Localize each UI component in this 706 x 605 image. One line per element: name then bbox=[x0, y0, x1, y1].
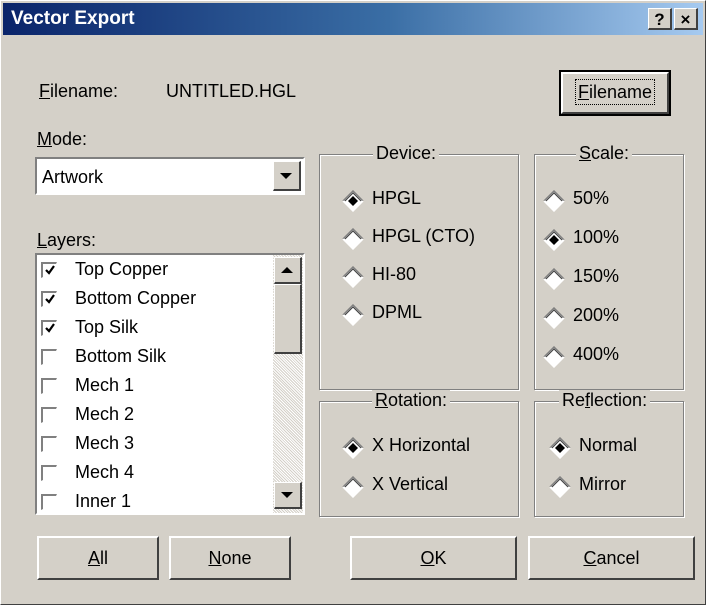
radio-diamond-icon bbox=[543, 268, 565, 290]
device-option-label: DPML bbox=[372, 302, 423, 322]
layer-item[interactable]: Top Copper bbox=[41, 257, 271, 286]
scroll-down-button[interactable] bbox=[274, 482, 302, 509]
radio-diamond-icon bbox=[543, 307, 565, 329]
layers-scrollbar[interactable] bbox=[273, 255, 303, 513]
radio-diamond-icon bbox=[543, 346, 565, 368]
filename-label: Filename: bbox=[39, 81, 119, 101]
radio-diamond-icon bbox=[342, 476, 364, 498]
layer-checkbox[interactable] bbox=[41, 494, 57, 510]
mode-selected-value: Artwork bbox=[42, 167, 104, 187]
layer-label: Mech 1 bbox=[75, 375, 135, 395]
layer-label: Bottom Silk bbox=[75, 346, 167, 366]
layer-label: Bottom Copper bbox=[75, 288, 197, 308]
mode-dropdown-button[interactable] bbox=[273, 161, 301, 191]
layer-item[interactable]: Mech 4 bbox=[41, 460, 271, 489]
reflection-group: Reflection: Normal Mirror bbox=[534, 390, 684, 517]
scale-option-label: 150% bbox=[573, 266, 620, 286]
arrow-up-icon bbox=[281, 267, 293, 273]
cancel-button[interactable]: Cancel bbox=[528, 536, 695, 580]
layer-item[interactable]: Top Silk bbox=[41, 315, 271, 344]
radio-diamond-icon bbox=[342, 190, 364, 212]
layer-label: Mech 4 bbox=[75, 462, 135, 482]
device-group: Device: HPGL HPGL (CTO) HI-80 DPML bbox=[319, 143, 519, 390]
layer-checkbox[interactable] bbox=[41, 262, 57, 278]
reflection-option-label: Mirror bbox=[579, 474, 626, 494]
device-option-label: HPGL bbox=[372, 188, 422, 208]
checkmark-icon bbox=[44, 323, 55, 333]
mode-select[interactable]: Artwork bbox=[35, 157, 305, 195]
scale-option-label: 100% bbox=[573, 227, 620, 247]
layer-item[interactable]: Bottom Copper bbox=[41, 286, 271, 315]
layer-label: Top Silk bbox=[75, 317, 139, 337]
vector-export-dialog: Vector Export ? × Filename: UNTITLED.HGL… bbox=[0, 0, 706, 605]
layer-checkbox[interactable] bbox=[41, 291, 57, 307]
filename-value: UNTITLED.HGL bbox=[166, 81, 297, 101]
rotation-group-title: Rotation: bbox=[372, 390, 451, 411]
radio-diamond-icon bbox=[543, 190, 565, 212]
layer-checkbox[interactable] bbox=[41, 436, 57, 452]
layer-label: Inner 1 bbox=[75, 491, 132, 511]
help-button[interactable]: ? bbox=[648, 8, 672, 30]
none-button[interactable]: None bbox=[169, 536, 291, 580]
checkmark-icon bbox=[44, 265, 55, 275]
rotation-option-label: X Vertical bbox=[372, 474, 449, 494]
scale-group: Scale: 50% 100% 150% 200% 400% bbox=[534, 143, 684, 390]
rotation-group: Rotation: X Horizontal X Vertical bbox=[319, 390, 519, 517]
layer-checkbox[interactable] bbox=[41, 378, 57, 394]
layer-item[interactable]: Inner 1 bbox=[41, 489, 271, 513]
layer-item[interactable]: Mech 2 bbox=[41, 402, 271, 431]
scroll-up-button[interactable] bbox=[274, 257, 302, 284]
close-button[interactable]: × bbox=[674, 8, 698, 30]
radio-diamond-icon bbox=[342, 437, 364, 459]
radio-diamond-icon bbox=[543, 229, 565, 251]
layer-item[interactable]: Mech 1 bbox=[41, 373, 271, 402]
layer-checkbox[interactable] bbox=[41, 320, 57, 336]
reflection-option-label: Normal bbox=[579, 435, 638, 455]
scale-option-label: 200% bbox=[573, 305, 620, 325]
radio-diamond-icon bbox=[342, 228, 364, 250]
reflection-group-title: Reflection: bbox=[559, 390, 651, 411]
rotation-option-label: X Horizontal bbox=[372, 435, 471, 455]
scroll-thumb[interactable] bbox=[274, 284, 302, 354]
scale-option-label: 50% bbox=[573, 188, 610, 208]
layer-label: Mech 3 bbox=[75, 433, 135, 453]
scale-group-title: Scale: bbox=[576, 143, 633, 164]
radio-diamond-icon bbox=[549, 476, 571, 498]
radio-diamond-icon bbox=[549, 437, 571, 459]
window-title: Vector Export bbox=[11, 8, 135, 29]
layer-item[interactable]: Bottom Silk bbox=[41, 344, 271, 373]
device-option-label: HI-80 bbox=[372, 264, 417, 284]
layers-list: Top Copper Bottom Copper Top Silk Bottom Si… bbox=[35, 253, 305, 515]
radio-diamond-icon bbox=[342, 304, 364, 326]
layer-checkbox[interactable] bbox=[41, 349, 57, 365]
title-bar[interactable]: Vector Export ? × bbox=[3, 3, 703, 35]
all-button[interactable]: All bbox=[37, 536, 159, 580]
layer-checkbox[interactable] bbox=[41, 465, 57, 481]
layers-label: Layers: bbox=[37, 230, 97, 250]
scale-option-label: 400% bbox=[573, 344, 620, 364]
layer-label: Mech 2 bbox=[75, 404, 135, 424]
layer-checkbox[interactable] bbox=[41, 407, 57, 423]
layer-label: Top Copper bbox=[75, 259, 169, 279]
arrow-down-icon bbox=[281, 492, 293, 498]
filename-button[interactable]: Filename bbox=[559, 70, 671, 116]
chevron-down-icon bbox=[280, 173, 292, 179]
checkmark-icon bbox=[44, 294, 55, 304]
layer-item[interactable]: Mech 3 bbox=[41, 431, 271, 460]
mode-label: Mode: bbox=[37, 129, 88, 149]
radio-diamond-icon bbox=[342, 266, 364, 288]
device-group-title: Device: bbox=[373, 143, 440, 164]
ok-button[interactable]: OK bbox=[350, 536, 517, 580]
device-option-label: HPGL (CTO) bbox=[372, 226, 476, 246]
